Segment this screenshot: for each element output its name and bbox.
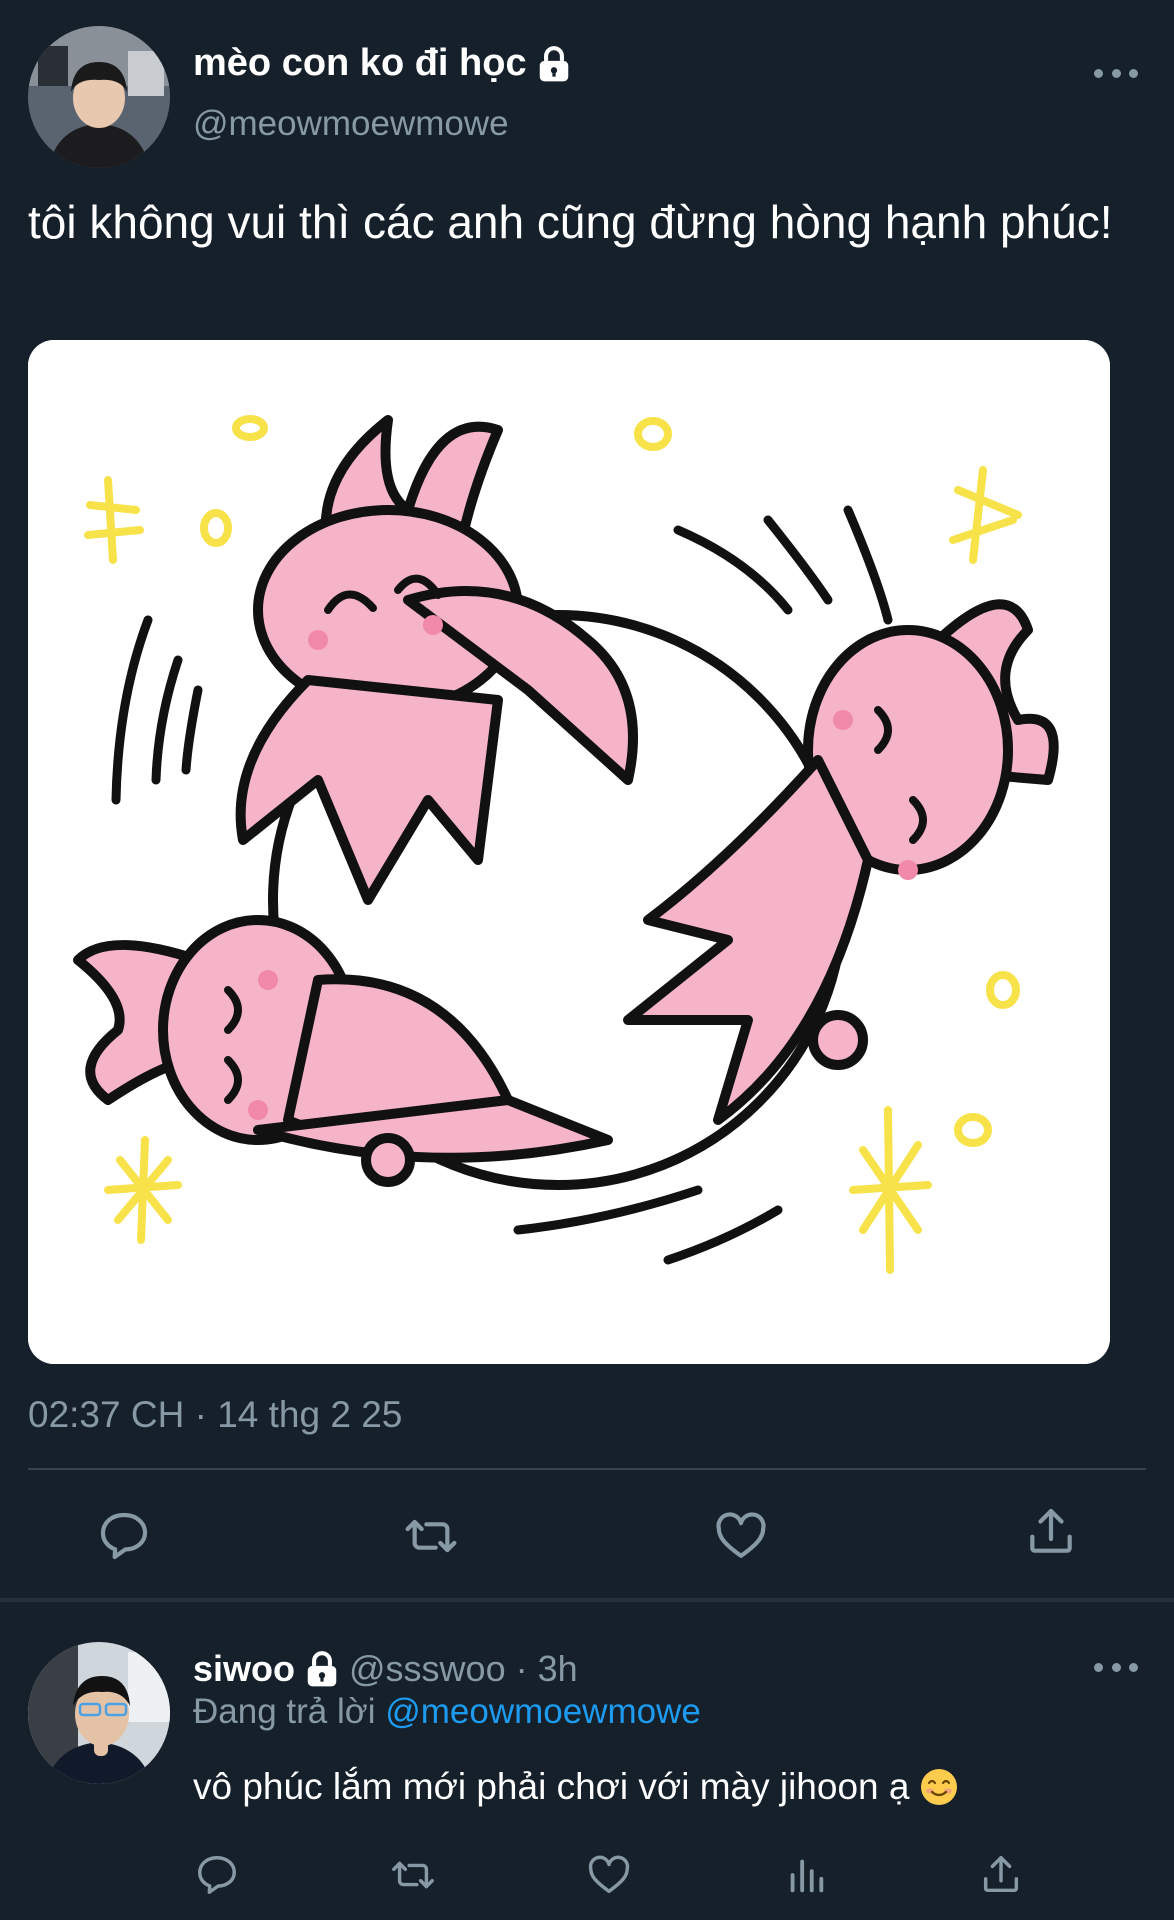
replying-mention-link[interactable]: @meowmoewmowe [385, 1692, 701, 1731]
more-options-icon[interactable] [1094, 1660, 1138, 1674]
retweet-icon[interactable] [403, 1508, 459, 1564]
like-icon[interactable] [586, 1852, 632, 1898]
lock-icon [535, 45, 573, 83]
tweet-text: tôi không vui thì các anh cũng đừng hòng… [28, 196, 1113, 248]
share-icon[interactable] [1023, 1504, 1079, 1560]
tweet-timestamp[interactable]: 02:37 CH · 14 thg 2 25 [28, 1394, 402, 1436]
divider [28, 1468, 1146, 1470]
reply-header: siwoo @ssswoo · 3h [193, 1648, 578, 1690]
tweet-author-handle[interactable]: @meowmoewmowe [193, 104, 509, 144]
author-name-text[interactable]: mèo con ko đi học [193, 42, 527, 85]
retweet-icon[interactable] [390, 1852, 436, 1898]
section-separator [0, 1598, 1174, 1602]
reply-text-row: vô phúc lắm mới phải chơi với mày jihoon… [193, 1766, 959, 1808]
replying-to: Đang trả lời @meowmoewmowe [193, 1692, 701, 1732]
lock-icon [303, 1650, 341, 1688]
stats-icon[interactable] [783, 1852, 829, 1898]
tweet-image[interactable] [28, 340, 1110, 1364]
tweet-author-name[interactable]: mèo con ko đi học [193, 42, 573, 85]
reply-avatar[interactable] [28, 1642, 170, 1784]
reply-author-name[interactable]: siwoo [193, 1648, 295, 1690]
replying-prefix: Đang trả lời [193, 1692, 376, 1731]
like-icon[interactable] [713, 1508, 769, 1564]
reply-text: vô phúc lắm mới phải chơi với mày jihoon… [193, 1766, 910, 1807]
reply-icon[interactable] [194, 1852, 240, 1898]
reply-icon[interactable] [96, 1508, 152, 1564]
smiling-face-emoji [919, 1767, 959, 1807]
main-tweet-avatar[interactable] [28, 26, 170, 168]
share-icon[interactable] [978, 1852, 1024, 1898]
more-options-icon[interactable] [1094, 66, 1138, 80]
reply-handle-time[interactable]: @ssswoo · 3h [349, 1648, 578, 1690]
pink-bunnies-illustration [28, 340, 1110, 1364]
main-tweet: mèo con ko đi học @meowmoewmowe tôi khôn… [0, 0, 1174, 1600]
